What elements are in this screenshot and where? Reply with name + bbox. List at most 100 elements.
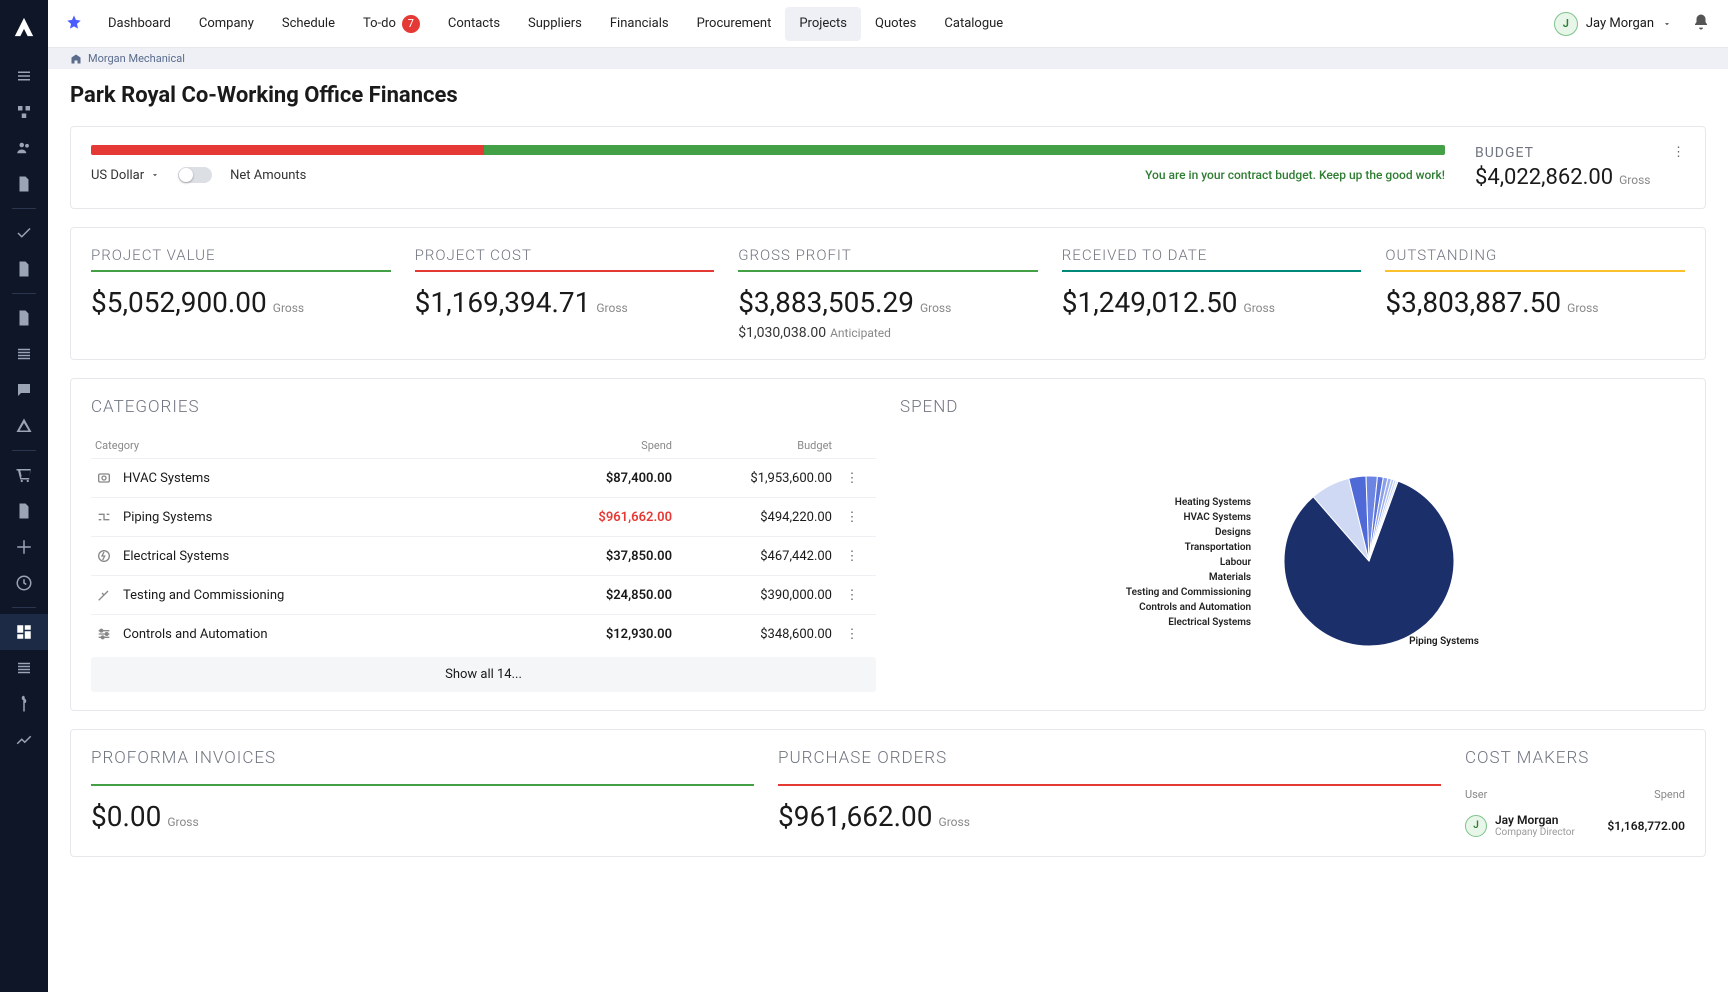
budget-amount: $4,022,862.00	[1475, 165, 1613, 190]
metric-gross_profit: GROSS PROFIT $3,883,505.29Gross $1,030,0…	[738, 246, 1038, 341]
pie-label: Electrical Systems	[1168, 617, 1251, 628]
user-menu[interactable]: J Jay Morgan	[1554, 12, 1672, 36]
sidebar-item-org[interactable]	[0, 94, 48, 130]
row-menu-button[interactable]: ⋮	[846, 471, 859, 486]
budget-label: BUDGET	[1475, 145, 1664, 161]
cat-header-budget: Budget	[672, 439, 832, 452]
row-menu-button[interactable]: ⋮	[846, 588, 859, 603]
pie-label: Controls and Automation	[1139, 602, 1251, 613]
row-menu-button[interactable]: ⋮	[846, 627, 859, 642]
cm-header-spend: Spend	[1654, 788, 1685, 801]
currency-label: US Dollar	[91, 168, 144, 183]
sidebar-item-invoice[interactable]	[0, 493, 48, 529]
categories-title: CATEGORIES	[91, 397, 876, 417]
budget-menu-button[interactable]: ⋮	[1672, 145, 1685, 160]
building-icon	[70, 53, 82, 65]
nav-tab-procurement[interactable]: Procurement	[683, 7, 786, 41]
proforma-tag: Gross	[167, 815, 198, 829]
sidebar-item-chat[interactable]	[0, 372, 48, 408]
category-row[interactable]: HVAC Systems $87,400.00 $1,953,600.00 ⋮	[91, 458, 876, 497]
po-tag: Gross	[939, 815, 970, 829]
pie-label: Transportation	[1185, 542, 1251, 553]
cm-header-user: User	[1465, 788, 1487, 801]
chevron-down-icon	[1662, 19, 1672, 29]
metric-outstanding: OUTSTANDING $3,803,887.50Gross	[1385, 246, 1685, 341]
todo-badge: 7	[402, 15, 420, 33]
currency-select[interactable]: US Dollar	[91, 168, 160, 183]
pie-label: Materials	[1209, 572, 1251, 583]
cat-header-spend: Spend	[532, 439, 672, 452]
pie-big-label: Piping Systems	[1409, 636, 1479, 647]
nav-tab-contacts[interactable]: Contacts	[434, 7, 514, 41]
budget-tag: Gross	[1619, 173, 1650, 187]
sidebar-item-table[interactable]	[0, 650, 48, 686]
hvac-icon	[95, 469, 113, 487]
sidebar-item-list[interactable]	[0, 58, 48, 94]
sidebar-item-split[interactable]	[0, 529, 48, 565]
pie-label: Heating Systems	[1175, 497, 1251, 508]
nav-tab-to-do[interactable]: To-do7	[349, 7, 434, 41]
pie-label: Labour	[1220, 557, 1251, 568]
category-row[interactable]: Controls and Automation $12,930.00 $348,…	[91, 614, 876, 653]
user-name-label: Jay Morgan	[1586, 16, 1654, 31]
nav-tab-dashboard[interactable]: Dashboard	[94, 7, 185, 41]
app-sidebar	[0, 0, 48, 992]
nav-tab-quotes[interactable]: Quotes	[861, 7, 930, 41]
app-logo-icon	[13, 16, 35, 38]
sidebar-item-clock[interactable]	[0, 565, 48, 601]
sidebar-item-alert[interactable]	[0, 408, 48, 444]
category-row[interactable]: Testing and Commissioning $24,850.00 $39…	[91, 575, 876, 614]
net-amounts-label: Net Amounts	[230, 168, 306, 183]
nav-tab-company[interactable]: Company	[185, 7, 268, 41]
nav-tab-schedule[interactable]: Schedule	[268, 7, 349, 41]
sidebar-item-newdoc[interactable]	[0, 251, 48, 287]
category-row[interactable]: Piping Systems $961,662.00 $494,220.00 ⋮	[91, 497, 876, 536]
testing-icon	[95, 586, 113, 604]
controls-icon	[95, 625, 113, 643]
sidebar-item-cart[interactable]	[0, 457, 48, 493]
cost-maker-row[interactable]: J Jay MorganCompany Director $1,168,772.…	[1465, 805, 1685, 838]
po-title: PURCHASE ORDERS	[778, 748, 1441, 768]
metrics-card: PROJECT VALUE $5,052,900.00Gross PROJECT…	[70, 227, 1706, 360]
breadcrumb-company[interactable]: Morgan Mechanical	[88, 52, 185, 65]
category-row[interactable]: Electrical Systems $37,850.00 $467,442.0…	[91, 536, 876, 575]
sidebar-item-doc[interactable]	[0, 166, 48, 202]
spend-title: SPEND	[900, 397, 1685, 417]
electrical-icon	[95, 547, 113, 565]
sidebar-item-check[interactable]	[0, 215, 48, 251]
chevron-down-icon	[150, 170, 160, 180]
sidebar-item-money[interactable]	[0, 686, 48, 722]
metric-project_cost: PROJECT COST $1,169,394.71Gross	[415, 246, 715, 341]
nav-tab-suppliers[interactable]: Suppliers	[514, 7, 596, 41]
sidebar-item-trend[interactable]	[0, 722, 48, 758]
nav-tab-projects[interactable]: Projects	[785, 7, 861, 41]
nav-tab-financials[interactable]: Financials	[596, 7, 683, 41]
pipe-icon	[95, 508, 113, 526]
show-all-button[interactable]: Show all 14...	[91, 657, 876, 692]
page-title: Park Royal Co-Working Office Finances	[48, 69, 1728, 126]
proforma-title: PROFORMA INVOICES	[91, 748, 754, 768]
sidebar-item-lines[interactable]	[0, 336, 48, 372]
cost-makers-title: COST MAKERS	[1465, 748, 1685, 768]
row-menu-button[interactable]: ⋮	[846, 549, 859, 564]
spend-pie-chart	[1259, 461, 1459, 661]
sidebar-item-doc2[interactable]	[0, 300, 48, 336]
cat-header-category: Category	[95, 439, 532, 452]
nav-tab-catalogue[interactable]: Catalogue	[930, 7, 1017, 41]
breadcrumb: Morgan Mechanical	[48, 48, 1728, 69]
sidebar-item-people[interactable]	[0, 130, 48, 166]
po-value: $961,662.00	[778, 800, 933, 833]
user-avatar: J	[1554, 12, 1578, 36]
row-menu-button[interactable]: ⋮	[846, 510, 859, 525]
metric-received: RECEIVED TO DATE $1,249,012.50Gross	[1062, 246, 1362, 341]
sidebar-item-dashboard[interactable]	[0, 614, 48, 650]
budget-progress-bar	[91, 145, 1445, 155]
net-amounts-toggle[interactable]	[178, 167, 212, 183]
pie-label: Testing and Commissioning	[1126, 587, 1251, 598]
pie-label: Designs	[1215, 527, 1251, 538]
bottom-card: PROFORMA INVOICES $0.00Gross PURCHASE OR…	[70, 729, 1706, 857]
star-icon[interactable]	[66, 14, 82, 34]
bell-icon[interactable]	[1692, 13, 1710, 35]
budget-card: US Dollar Net Amounts You are in your co…	[70, 126, 1706, 209]
budget-status-message: You are in your contract budget. Keep up…	[1145, 168, 1445, 182]
